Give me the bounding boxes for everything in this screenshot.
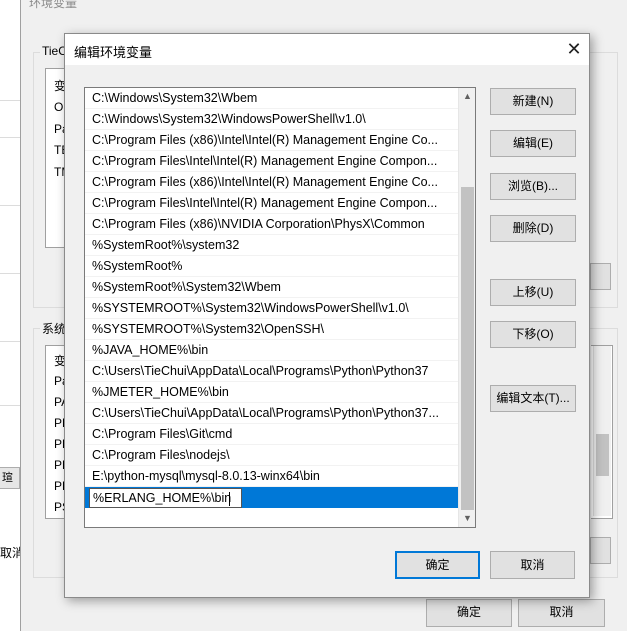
path-row[interactable]: C:\Users\TieChui\AppData\Local\Programs\…	[85, 361, 458, 382]
path-row[interactable]: C:\Program Files\nodejs\	[85, 445, 458, 466]
browse-button[interactable]: 浏览(B)...	[490, 173, 576, 200]
path-text: %SYSTEMROOT%\System32\OpenSSH\	[92, 322, 325, 336]
path-row[interactable]: C:\Windows\System32\Wbem	[85, 88, 458, 109]
path-text: %SystemRoot%\system32	[92, 238, 240, 252]
path-row-editing[interactable]: %ERLANG_HOME%\bin	[85, 487, 458, 508]
path-row[interactable]: %SYSTEMROOT%\System32\OpenSSH\	[85, 319, 458, 340]
path-text: %SystemRoot%\System32\Wbem	[92, 280, 281, 294]
divider	[0, 341, 20, 342]
path-text: E:\python-mysql\mysql-8.0.13-winx64\bin	[92, 469, 320, 483]
path-row[interactable]: C:\Program Files\Intel\Intel(R) Manageme…	[85, 193, 458, 214]
background-app-button[interactable]: 瑄	[0, 467, 20, 489]
move-up-button[interactable]: 上移(U)	[490, 279, 576, 306]
bg-ok-button[interactable]: 确定	[426, 599, 512, 627]
text-caret	[229, 492, 230, 506]
dialog-title: 编辑环境变量	[74, 45, 153, 60]
path-text: C:\Users\TieChui\AppData\Local\Programs\…	[92, 364, 429, 378]
list-item: O	[54, 100, 64, 114]
divider	[0, 100, 20, 101]
scroll-down-arrow-icon[interactable]: ▼	[459, 510, 475, 527]
environment-variables-title: 环境变量	[29, 0, 78, 10]
user-delete-button[interactable]	[590, 263, 611, 290]
path-text: C:\Program Files\Git\cmd	[92, 427, 233, 441]
edit-environment-variable-dialog: 编辑环境变量 ✕ C:\Windows\System32\Wbem C:\Wind…	[64, 33, 590, 598]
path-text: C:\Program Files (x86)\Intel\Intel(R) Ma…	[92, 133, 438, 147]
path-text: %SystemRoot%	[92, 259, 183, 273]
path-row[interactable]: C:\Program Files (x86)\NVIDIA Corporatio…	[85, 214, 458, 235]
system-variables-scrollbar[interactable]	[593, 346, 611, 516]
path-row[interactable]: C:\Program Files\Intel\Intel(R) Manageme…	[85, 151, 458, 172]
path-text: C:\Windows\System32\Wbem	[92, 91, 258, 105]
path-row[interactable]: E:\python-mysql\mysql-8.0.13-winx64\bin	[85, 466, 458, 487]
path-row[interactable]: %JAVA_HOME%\bin	[85, 340, 458, 361]
divider	[0, 137, 20, 138]
bg-cancel-button[interactable]: 取消	[518, 599, 605, 627]
scrollbar-thumb[interactable]	[461, 187, 474, 510]
dialog-titlebar: 编辑环境变量 ✕	[65, 34, 589, 65]
path-text: C:\Windows\System32\WindowsPowerShell\v1…	[92, 112, 366, 126]
scroll-up-arrow-icon[interactable]: ▲	[459, 88, 475, 105]
close-icon[interactable]: ✕	[559, 34, 589, 65]
path-text: C:\Program Files (x86)\NVIDIA Corporatio…	[92, 217, 425, 231]
move-down-button[interactable]: 下移(O)	[490, 321, 576, 348]
new-button[interactable]: 新建(N)	[490, 88, 576, 115]
scrollbar-thumb[interactable]	[596, 434, 609, 476]
ok-button[interactable]: 确定	[395, 551, 480, 579]
path-edit-input[interactable]: %ERLANG_HOME%\bin	[89, 488, 242, 508]
delete-button[interactable]: 删除(D)	[490, 215, 576, 242]
path-list-scrollbar[interactable]: ▲ ▼	[458, 88, 475, 527]
divider	[0, 273, 20, 274]
path-row[interactable]: %JMETER_HOME%\bin	[85, 382, 458, 403]
path-row[interactable]: %SYSTEMROOT%\System32\WindowsPowerShell\…	[85, 298, 458, 319]
path-row[interactable]: %SystemRoot%	[85, 256, 458, 277]
divider	[0, 205, 20, 206]
cancel-button[interactable]: 取消	[490, 551, 575, 579]
path-row[interactable]: C:\Program Files (x86)\Intel\Intel(R) Ma…	[85, 172, 458, 193]
path-row[interactable]: C:\Program Files (x86)\Intel\Intel(R) Ma…	[85, 130, 458, 151]
path-text: C:\Program Files\nodejs\	[92, 448, 230, 462]
path-text: %ERLANG_HOME%\bin	[93, 491, 232, 505]
path-row[interactable]: C:\Windows\System32\WindowsPowerShell\v1…	[85, 109, 458, 130]
divider	[0, 405, 20, 406]
path-text: C:\Users\TieChui\AppData\Local\Programs\…	[92, 406, 439, 420]
edit-text-button[interactable]: 编辑文本(T)...	[490, 385, 576, 412]
system-delete-button[interactable]	[590, 537, 611, 564]
path-list[interactable]: C:\Windows\System32\Wbem C:\Windows\Syste…	[84, 87, 476, 528]
path-row[interactable]: C:\Program Files\Git\cmd	[85, 424, 458, 445]
edit-button[interactable]: 编辑(E)	[490, 130, 576, 157]
path-text: %JAVA_HOME%\bin	[92, 343, 209, 357]
path-text: C:\Program Files\Intel\Intel(R) Manageme…	[92, 154, 438, 168]
path-row[interactable]: %SystemRoot%\System32\Wbem	[85, 277, 458, 298]
path-text: %SYSTEMROOT%\System32\WindowsPowerShell\…	[92, 301, 409, 315]
path-text: C:\Program Files (x86)\Intel\Intel(R) Ma…	[92, 175, 438, 189]
background-app-strip: 瑄 取消	[0, 0, 20, 631]
background-app-cancel-text[interactable]: 取消	[0, 543, 20, 563]
path-text: C:\Program Files\Intel\Intel(R) Manageme…	[92, 196, 438, 210]
path-row[interactable]: %SystemRoot%\system32	[85, 235, 458, 256]
path-row[interactable]: C:\Users\TieChui\AppData\Local\Programs\…	[85, 403, 458, 424]
path-text: %JMETER_HOME%\bin	[92, 385, 229, 399]
